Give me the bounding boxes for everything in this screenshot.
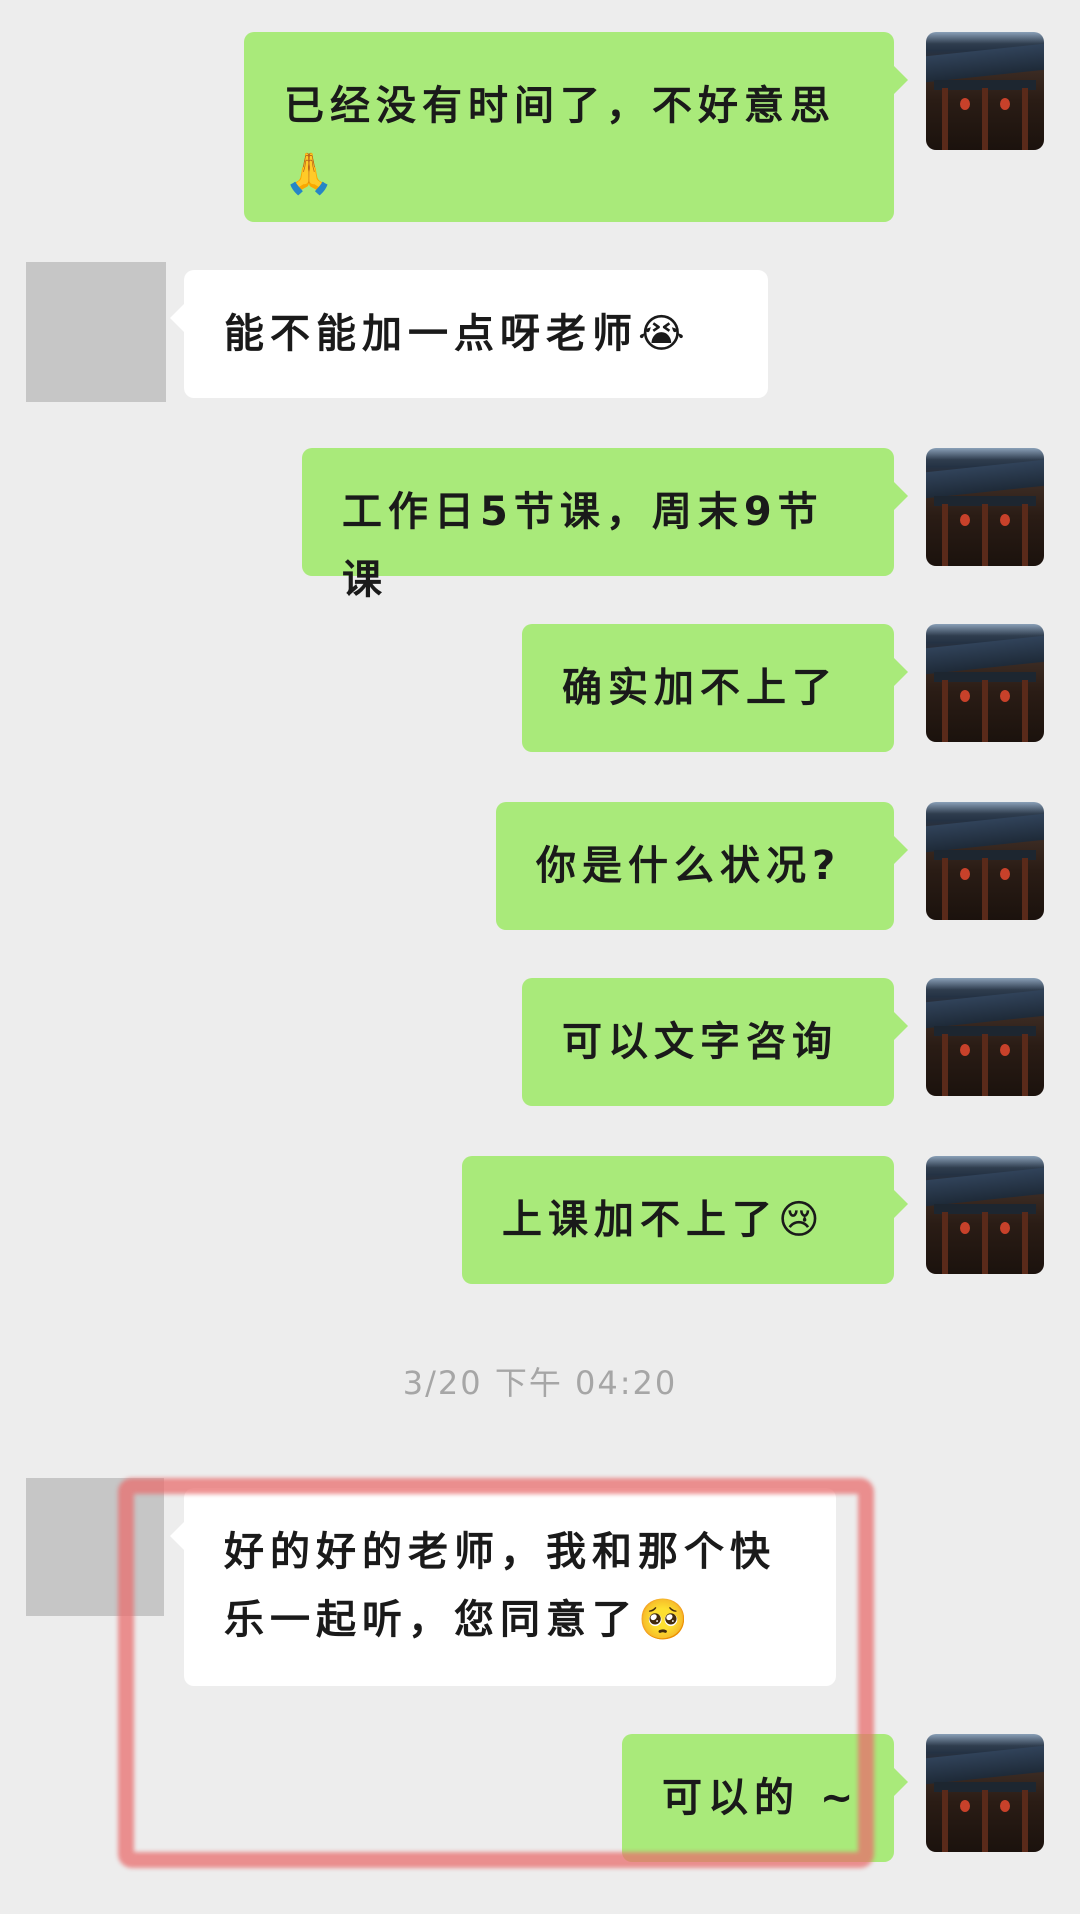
- message-text: 工作日5节课，周末9节课: [342, 489, 824, 603]
- self-avatar[interactable]: [926, 802, 1044, 920]
- message-text: 可以的 ~: [662, 1775, 860, 1821]
- other-avatar[interactable]: [26, 1478, 164, 1616]
- self-avatar[interactable]: [926, 1734, 1044, 1852]
- message-bubble-self[interactable]: 上课加不上了😢: [462, 1156, 908, 1284]
- self-avatar[interactable]: [926, 32, 1044, 150]
- message-text: 上课加不上了😢: [502, 1197, 826, 1243]
- message-bubble-other[interactable]: 好的好的老师，我和那个快 乐一起听，您同意了🥺: [170, 1488, 836, 1686]
- message-bubble-self[interactable]: 可以文字咨询: [522, 978, 908, 1106]
- message-text-line2: 乐一起听，您同意了🥺: [224, 1597, 694, 1643]
- message-text: 你是什么状况?: [536, 843, 842, 889]
- message-text: 好的好的老师，我和那个快: [224, 1529, 776, 1575]
- self-avatar[interactable]: [926, 1156, 1044, 1274]
- self-avatar[interactable]: [926, 624, 1044, 742]
- message-bubble-other[interactable]: 能不能加一点呀老师😭: [170, 270, 768, 398]
- message-bubble-self[interactable]: 已经没有时间了，不好意思 🙏: [244, 32, 908, 222]
- message-bubble-self[interactable]: 可以的 ~: [622, 1734, 908, 1862]
- message-text: 已经没有时间了，不好意思: [284, 83, 836, 129]
- self-avatar[interactable]: [926, 978, 1044, 1096]
- message-bubble-self[interactable]: 工作日5节课，周末9节课: [302, 448, 908, 603]
- message-text: 能不能加一点呀老师😭: [224, 311, 691, 357]
- message-text-line2: 🙏: [284, 151, 340, 197]
- timestamp: 3/20 下午 04:20: [402, 1364, 678, 1402]
- self-avatar[interactable]: [926, 448, 1044, 566]
- message-text: 可以文字咨询: [562, 1019, 838, 1065]
- message-text: 确实加不上了: [562, 665, 838, 711]
- message-bubble-self[interactable]: 你是什么状况?: [496, 802, 908, 930]
- message-bubble-self[interactable]: 确实加不上了: [522, 624, 908, 752]
- chat-area: 已经没有时间了，不好意思 🙏 能不能加一点呀老师😭 工作日5节课，周末9节课 确…: [0, 0, 1080, 1914]
- other-avatar[interactable]: [26, 262, 166, 402]
